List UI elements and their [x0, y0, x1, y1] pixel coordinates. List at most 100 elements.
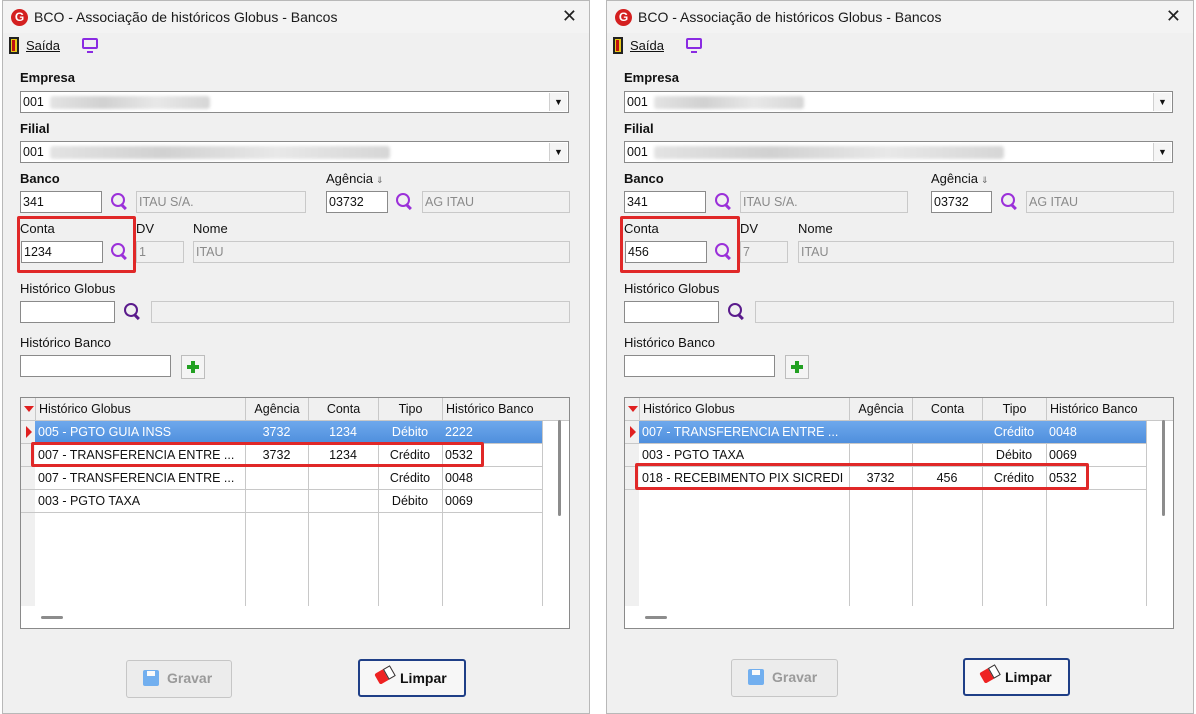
search-agencia-icon[interactable]: [394, 191, 414, 211]
col-agencia[interactable]: Agência: [849, 398, 912, 420]
col-historico-globus[interactable]: Histórico Globus: [639, 398, 849, 420]
vertical-scrollbar[interactable]: [558, 420, 561, 516]
historico-globus-description: [755, 301, 1174, 323]
col-conta[interactable]: Conta: [912, 398, 982, 420]
empresa-select[interactable]: 001 ▼: [20, 91, 569, 113]
grid-header: Histórico Globus Agência Conta Tipo Hist…: [625, 398, 1173, 421]
search-historico-icon[interactable]: [122, 301, 142, 321]
close-icon[interactable]: ✕: [562, 6, 577, 27]
empresa-select[interactable]: 001 ▼: [624, 91, 1173, 113]
exit-door-icon[interactable]: [613, 37, 623, 54]
search-banco-icon[interactable]: [713, 191, 733, 211]
table-row[interactable]: 005 - PGTO GUIA INSS 3732 1234 Débito 22…: [21, 421, 569, 443]
col-tipo[interactable]: Tipo: [378, 398, 442, 420]
chevron-down-icon[interactable]: ▼: [1153, 93, 1171, 111]
banco-code-input[interactable]: 341: [20, 191, 102, 213]
chevron-down-icon[interactable]: ▼: [549, 93, 567, 111]
cell-agencia: [849, 421, 912, 443]
search-historico-icon[interactable]: [726, 301, 746, 321]
col-historico-globus[interactable]: Histórico Globus: [35, 398, 245, 420]
agencia-name-field: AG ITAU: [422, 191, 570, 213]
exit-button[interactable]: Saída: [26, 38, 60, 53]
cell-agencia: 3732: [245, 421, 308, 443]
add-icon[interactable]: [785, 355, 809, 379]
save-button[interactable]: Gravar: [731, 659, 838, 697]
horizontal-scrollbar[interactable]: [41, 616, 63, 619]
table-row[interactable]: 007 - TRANSFERENCIA ENTRE ... Crédito 00…: [21, 467, 569, 489]
historico-globus-input[interactable]: [624, 301, 719, 323]
cell-conta: [308, 490, 378, 512]
associations-grid[interactable]: Histórico Globus Agência Conta Tipo Hist…: [20, 397, 570, 629]
title-bar: G BCO - Associação de históricos Globus …: [3, 1, 589, 33]
search-banco-icon[interactable]: [109, 191, 129, 211]
redacted-text: [653, 146, 1004, 160]
save-button-label: Gravar: [167, 670, 213, 686]
filial-label: Filial: [624, 121, 654, 136]
cell-conta: 1234: [308, 421, 378, 443]
col-agencia[interactable]: Agência: [245, 398, 308, 420]
agencia-label: Agência ⇓: [931, 171, 989, 186]
banco-name-field: ITAU S/A.: [740, 191, 908, 213]
associations-grid[interactable]: Histórico Globus Agência Conta Tipo Hist…: [624, 397, 1174, 629]
window-title: BCO - Associação de históricos Globus - …: [638, 9, 942, 25]
historico-banco-input[interactable]: [624, 355, 775, 377]
search-agencia-icon[interactable]: [999, 191, 1019, 211]
row-indicator: [21, 490, 35, 512]
row-indicator-icon: [21, 421, 35, 443]
banco-code-input[interactable]: 341: [624, 191, 706, 213]
agencia-name-field: AG ITAU: [1026, 191, 1174, 213]
save-button-label: Gravar: [772, 669, 818, 685]
highlight-box-row: [635, 463, 1089, 490]
col-conta[interactable]: Conta: [308, 398, 378, 420]
row-indicator-column: [625, 490, 639, 606]
historico-banco-input[interactable]: [20, 355, 171, 377]
agencia-label: Agência ⇓: [326, 171, 384, 186]
monitor-icon[interactable]: [82, 38, 98, 53]
monitor-icon[interactable]: [686, 38, 702, 53]
filial-select[interactable]: 001 ▼: [624, 141, 1173, 163]
highlight-box-conta: [17, 216, 136, 273]
filial-code: 001: [23, 145, 44, 159]
chevron-down-icon[interactable]: ▼: [1153, 143, 1171, 161]
globus-logo-icon: G: [615, 9, 632, 26]
agencia-code-input[interactable]: 03732: [931, 191, 992, 213]
highlight-box-row: [31, 442, 484, 467]
empresa-label: Empresa: [20, 70, 75, 85]
banco-label: Banco: [20, 171, 60, 186]
table-row[interactable]: 003 - PGTO TAXA Débito 0069: [21, 490, 569, 512]
cell-tipo: Crédito: [389, 471, 431, 485]
dv-label: DV: [136, 221, 155, 236]
window-title: BCO - Associação de históricos Globus - …: [34, 9, 338, 25]
horizontal-scrollbar[interactable]: [645, 616, 667, 619]
vertical-scrollbar[interactable]: [1162, 420, 1165, 516]
historico-banco-label: Histórico Banco: [624, 335, 716, 350]
filial-select[interactable]: 001 ▼: [20, 141, 569, 163]
col-historico-banco[interactable]: Histórico Banco: [1046, 398, 1146, 420]
redacted-text: [49, 146, 390, 160]
save-button[interactable]: Gravar: [126, 660, 232, 698]
add-icon[interactable]: [181, 355, 205, 379]
close-icon[interactable]: ✕: [1166, 6, 1181, 27]
col-tipo[interactable]: Tipo: [982, 398, 1046, 420]
eraser-icon: [374, 665, 396, 685]
historico-globus-input[interactable]: [20, 301, 115, 323]
clear-button[interactable]: Limpar: [963, 658, 1070, 696]
cell-banco: 0048: [1046, 421, 1146, 443]
chevron-down-icon[interactable]: ▼: [549, 143, 567, 161]
sort-indicator-icon: [628, 406, 638, 412]
floppy-disk-icon: [143, 670, 159, 686]
agencia-code-input[interactable]: 03732: [326, 191, 388, 213]
sort-indicator-icon: [24, 406, 34, 412]
row-divider: [21, 512, 542, 513]
empresa-label: Empresa: [624, 70, 679, 85]
exit-button[interactable]: Saída: [630, 38, 664, 53]
nome-field: ITAU: [193, 241, 570, 263]
row-indicator-icon: [625, 421, 639, 443]
col-historico-banco[interactable]: Histórico Banco: [442, 398, 542, 420]
historico-banco-label: Histórico Banco: [20, 335, 112, 350]
grid-header: Histórico Globus Agência Conta Tipo Hist…: [21, 398, 569, 421]
exit-door-icon[interactable]: [9, 37, 19, 54]
clear-button[interactable]: Limpar: [358, 659, 466, 697]
table-row[interactable]: 007 - TRANSFERENCIA ENTRE ... Crédito 00…: [625, 421, 1173, 443]
floppy-disk-icon: [748, 669, 764, 685]
